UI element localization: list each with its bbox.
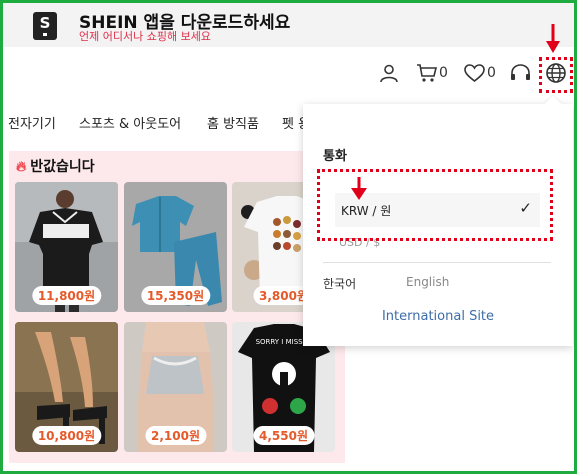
wishlist-count: 0: [487, 65, 496, 81]
heart-icon: [464, 63, 485, 82]
header-icons: 0 0: [0, 58, 577, 90]
cart-icon: [417, 64, 438, 82]
dropdown-caret: [544, 95, 562, 113]
half-price-section: 🔥︎ 반값습니다 11,800원 15,350원 3,800원 10,800원 …: [9, 151, 345, 463]
cart-button[interactable]: 0: [416, 62, 448, 84]
deal-title-text: 반값습니다: [30, 159, 95, 175]
account-icon[interactable]: [379, 62, 399, 84]
product-card[interactable]: 15,350원: [124, 182, 227, 312]
language-option-korean[interactable]: 한국어: [323, 275, 356, 292]
shein-app-logo: S: [33, 12, 57, 40]
category-nav: 전자기기 스포츠 & 아웃도어 홈 방직품 펫 용: [0, 113, 320, 135]
app-download-banner[interactable]: S SHEIN 앱을 다운로드하세요 언제 어디서나 쇼핑해 보세요: [3, 3, 574, 47]
divider: [323, 262, 551, 263]
arrow-down-icon: [546, 24, 560, 53]
category-sports-outdoor[interactable]: 스포츠 & 아웃도어: [79, 113, 181, 132]
currency-heading: 통화: [323, 149, 347, 164]
headset-icon[interactable]: [510, 62, 531, 84]
product-card[interactable]: 2,100원: [124, 322, 227, 452]
globe-highlight-box: [539, 57, 573, 93]
wishlist-button[interactable]: 0: [464, 62, 496, 84]
app-logo-letter: S: [39, 14, 51, 32]
flame-icon: 🔥︎: [16, 159, 27, 175]
international-site-link[interactable]: International Site: [303, 309, 573, 324]
product-price: 15,350원: [140, 286, 211, 305]
arrow-down-icon: [351, 177, 367, 200]
product-price: 2,100원: [145, 426, 206, 445]
product-price: 11,800원: [31, 286, 102, 305]
product-price: 4,550원: [253, 426, 314, 445]
banner-subtitle: 언제 어디서나 쇼핑해 보세요: [79, 30, 211, 43]
product-card[interactable]: 11,800원: [15, 182, 118, 312]
product-price: 10,800원: [31, 426, 102, 445]
cart-count: 0: [439, 65, 448, 81]
category-home-textiles[interactable]: 홈 방직품: [207, 113, 259, 132]
product-card[interactable]: 10,800원: [15, 322, 118, 452]
language-option-english[interactable]: English: [406, 275, 449, 289]
category-electronics[interactable]: 전자기기: [8, 113, 56, 132]
deal-section-title[interactable]: 🔥︎ 반값습니다: [16, 156, 95, 176]
